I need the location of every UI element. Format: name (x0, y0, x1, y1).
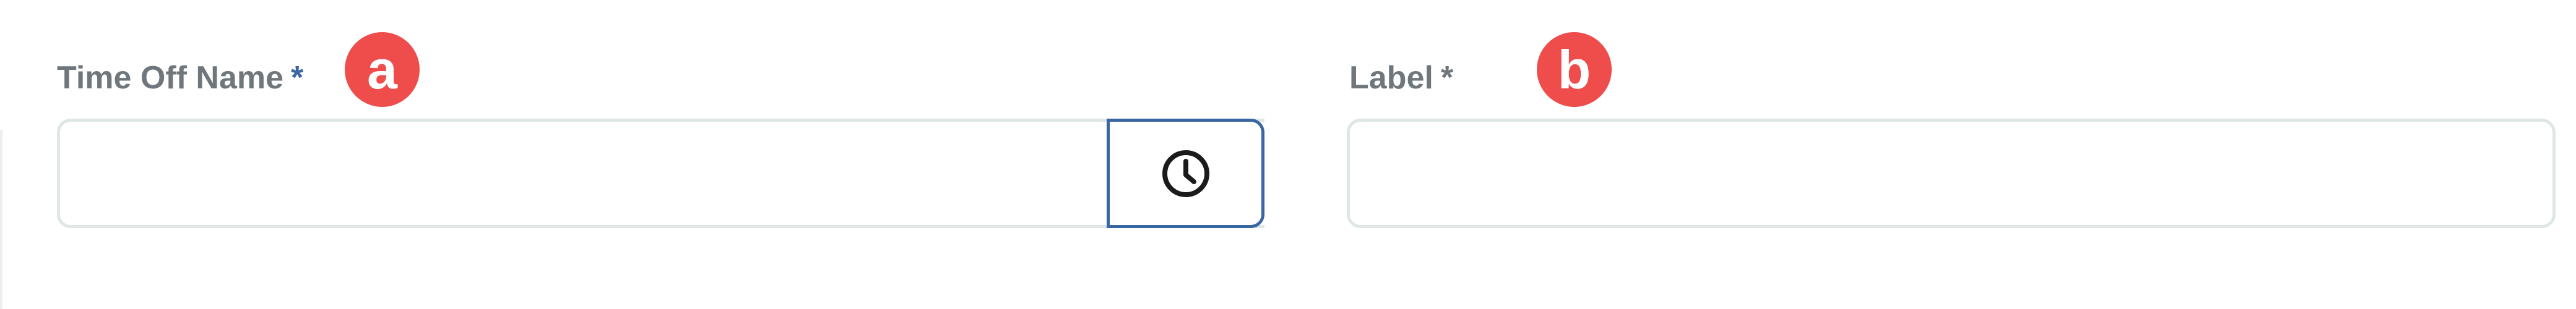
annotation-badge-a: a (345, 32, 420, 107)
required-asterisk: * (1440, 60, 1454, 96)
required-asterisk: * (291, 60, 304, 96)
time-off-name-label-text: Time Off Name (57, 60, 284, 96)
annotation-badge-b: b (1537, 32, 1612, 107)
time-off-name-label: Time Off Name * (57, 59, 303, 96)
label-field-label-text: Label (1349, 60, 1433, 96)
time-picker-button[interactable] (1107, 119, 1264, 228)
left-divider (0, 130, 2, 309)
clock-icon (1162, 150, 1209, 197)
time-off-name-input[interactable] (57, 119, 1264, 228)
label-field-label: Label * (1349, 59, 1453, 96)
label-input[interactable] (1347, 119, 2556, 228)
